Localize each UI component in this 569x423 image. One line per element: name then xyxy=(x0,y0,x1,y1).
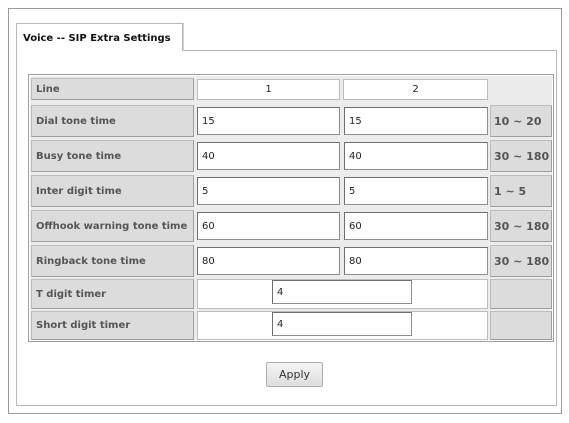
short-digit-timer-input[interactable]: 4 xyxy=(272,312,412,336)
settings-table: Line 1 2 Dial tone time 15 15 10 ~ 20 Bu… xyxy=(28,74,554,342)
offhook-warning-tone-time-label: Offhook warning tone time xyxy=(31,210,194,242)
inter-digit-time-line1-input[interactable]: 5 xyxy=(197,177,340,205)
busy-tone-time-label: Busy tone time xyxy=(31,140,194,172)
dial-tone-time-line1-input[interactable]: 15 xyxy=(197,107,340,135)
inter-digit-time-range: 1 ~ 5 xyxy=(490,175,552,207)
dial-tone-time-line2-input[interactable]: 15 xyxy=(344,107,488,135)
inter-digit-time-line2-input[interactable]: 5 xyxy=(344,177,488,205)
t-digit-timer-range xyxy=(490,279,552,309)
tab-label: Voice -- SIP Extra Settings xyxy=(23,33,171,44)
inter-digit-time-label: Inter digit time xyxy=(31,175,194,207)
dial-tone-time-range: 10 ~ 20 xyxy=(490,105,552,137)
busy-tone-time-line1-input[interactable]: 40 xyxy=(197,142,340,170)
offhook-warning-tone-time-line1-input[interactable]: 60 xyxy=(197,212,340,240)
offhook-warning-tone-time-line2-input[interactable]: 60 xyxy=(344,212,488,240)
apply-button[interactable]: Apply xyxy=(266,362,323,387)
dial-tone-time-label: Dial tone time xyxy=(31,105,194,137)
tab-voice-sip-extra-settings[interactable]: Voice -- SIP Extra Settings xyxy=(16,23,183,51)
short-digit-timer-label: Short digit timer xyxy=(31,311,194,340)
t-digit-timer-label: T digit timer xyxy=(31,279,194,309)
ringback-tone-time-label: Ringback tone time xyxy=(31,245,194,277)
line-2-header: 2 xyxy=(343,79,488,100)
short-digit-timer-range xyxy=(490,311,552,340)
busy-tone-time-range: 30 ~ 180 xyxy=(490,140,552,172)
busy-tone-time-line2-input[interactable]: 40 xyxy=(344,142,488,170)
ringback-tone-time-range: 30 ~ 180 xyxy=(490,245,552,277)
offhook-warning-tone-time-range: 30 ~ 180 xyxy=(490,210,552,242)
t-digit-timer-input[interactable]: 4 xyxy=(272,280,412,304)
ringback-tone-time-line2-input[interactable]: 80 xyxy=(344,247,488,275)
ringback-tone-time-line1-input[interactable]: 80 xyxy=(197,247,340,275)
line-1-header: 1 xyxy=(197,79,340,100)
line-header-label: Line xyxy=(31,78,194,100)
